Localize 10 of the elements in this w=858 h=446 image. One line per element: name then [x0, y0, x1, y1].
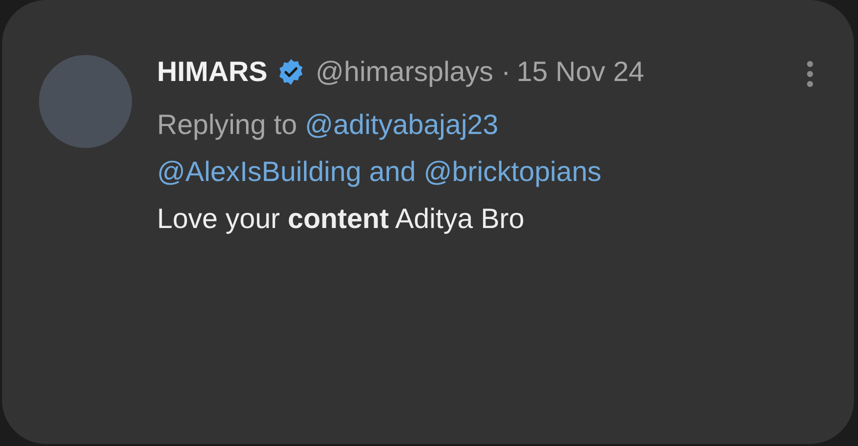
- mention-link[interactable]: @AlexIsBuilding: [157, 156, 362, 187]
- more-options-icon[interactable]: [806, 61, 814, 87]
- author-name[interactable]: HIMARS: [157, 51, 268, 93]
- reply-context: Replying to @adityabajaj23 @AlexIsBuilding and @bricktopians: [157, 108, 602, 189]
- author-handle[interactable]: @himarsplays: [315, 51, 494, 93]
- post-text: Love your content Aditya Bro: [157, 202, 526, 236]
- post-date: 15 Nov 24: [516, 55, 644, 89]
- mention-link[interactable]: @adityabajaj23: [304, 109, 498, 140]
- separator: ·: [501, 55, 511, 89]
- mention-link[interactable]: @bricktopians: [424, 156, 602, 187]
